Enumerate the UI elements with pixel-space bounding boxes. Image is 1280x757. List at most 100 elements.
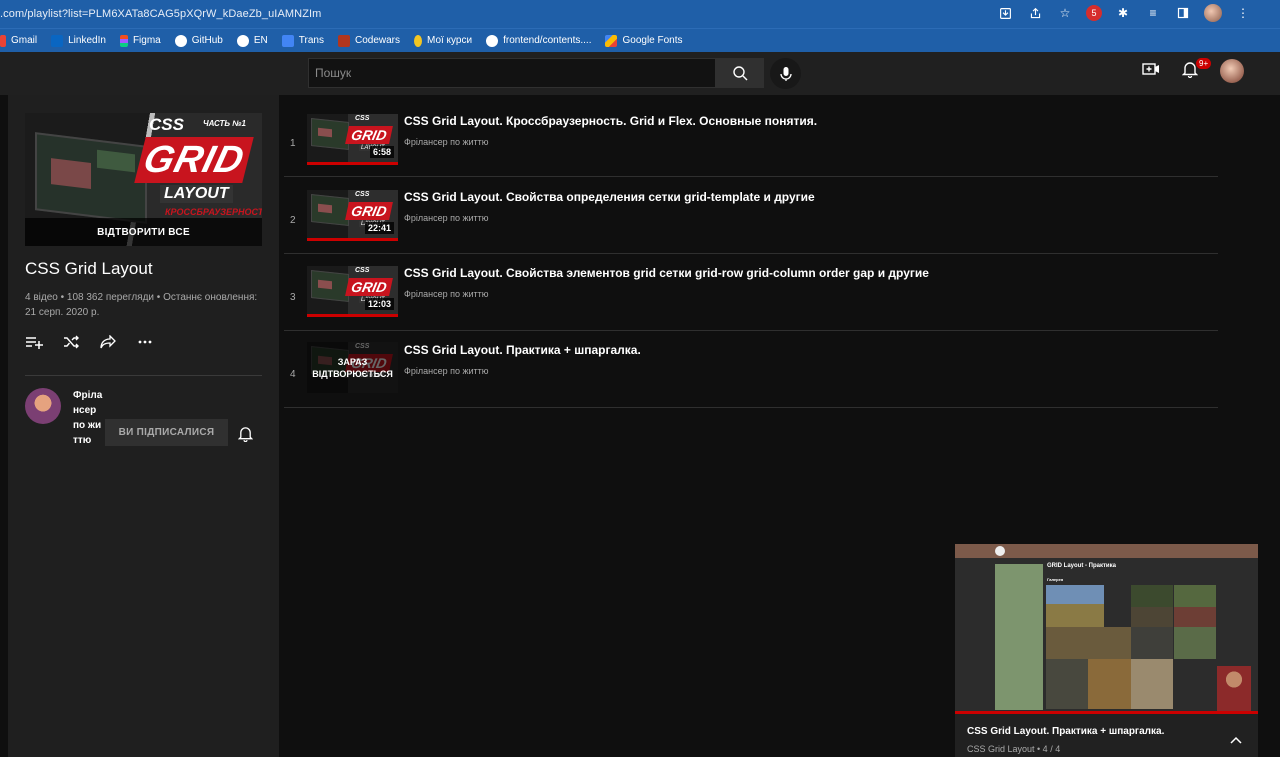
channel-notifications-button[interactable]	[237, 425, 254, 447]
bookmark-linkedin[interactable]: LinkedIn	[51, 34, 106, 47]
topbar-actions: 9+	[1142, 57, 1244, 83]
video-title[interactable]: CSS Grid Layout. Свойства элементов grid…	[404, 266, 929, 280]
gallery-photo	[1046, 659, 1088, 709]
miniplayer-progress-bar[interactable]	[955, 711, 1258, 714]
sidebar-divider	[25, 375, 262, 376]
playlist-video-item-current[interactable]: 4 CSSGRIDLAYOUT ЗАРАЗ ВІДТВОРЮЄТЬСЯ CSS …	[284, 331, 1218, 408]
bookmark-trans[interactable]: Trans	[281, 34, 324, 47]
voice-search-button[interactable]	[770, 58, 801, 89]
monitor-illustration	[35, 132, 147, 224]
search-box	[308, 58, 716, 88]
video-gallery-label: Галерея	[1047, 577, 1064, 582]
bell-icon	[237, 427, 254, 443]
bookmark-star-icon[interactable]: ☆	[1056, 4, 1074, 22]
miniplayer-subtitle: CSS Grid Layout • 4 / 4	[967, 744, 1061, 754]
gallery-photo	[1131, 607, 1173, 627]
video-channel[interactable]: Фрілансер по життю	[404, 137, 489, 147]
miniplayer[interactable]: GRID Layout - Практика Галерея CSS Grid …	[955, 544, 1258, 757]
extension-icon[interactable]: 5	[1086, 5, 1102, 21]
channel-avatar[interactable]	[25, 388, 61, 424]
browser-toolbar-icons: ☆ 5 ✱ ≡ ⋮	[996, 4, 1252, 22]
gallery-photo	[1131, 627, 1173, 659]
gallery-photo	[1046, 585, 1104, 627]
shuffle-button[interactable]	[62, 333, 80, 351]
video-channel[interactable]: Фрілансер по життю	[404, 289, 489, 299]
video-index: 2	[290, 215, 296, 226]
video-thumbnail[interactable]: CSSGRIDLAYOUT 22:41	[307, 190, 398, 241]
video-duration: 6:58	[369, 146, 394, 158]
install-app-icon[interactable]	[996, 4, 1014, 22]
playlist-actions	[25, 333, 154, 351]
video-duration: 22:41	[364, 222, 394, 234]
page-scrollbar[interactable]	[1272, 95, 1280, 757]
playlist-video-item[interactable]: 2 CSSGRIDLAYOUT 22:41 CSS Grid Layout. С…	[284, 177, 1218, 254]
bookmark-label: Gmail	[11, 35, 38, 46]
video-title[interactable]: CSS Grid Layout. Практика + шпаргалка.	[404, 343, 641, 357]
bookmark-label: GitHub	[191, 35, 223, 46]
media-control-icon[interactable]: ≡	[1144, 4, 1162, 22]
video-title[interactable]: CSS Grid Layout. Кроссбраузерность. Grid…	[404, 114, 817, 128]
shuffle-icon	[63, 335, 79, 349]
expand-queue-button[interactable]	[1230, 731, 1242, 749]
playlist-video-item[interactable]: 1 CSSGRIDLAYOUT 6:58 CSS Grid Layout. Кр…	[284, 100, 1218, 177]
video-thumbnail[interactable]: CSSGRIDLAYOUT 6:58	[307, 114, 398, 165]
side-panel-icon[interactable]	[1174, 4, 1192, 22]
watched-progress-bar	[307, 238, 398, 241]
notifications-button[interactable]: 9+	[1181, 57, 1212, 83]
bookmark-gmail[interactable]: Gmail	[0, 34, 38, 47]
video-thumbnail[interactable]: CSSGRIDLAYOUT ЗАРАЗ ВІДТВОРЮЄТЬСЯ	[307, 342, 398, 393]
presenter-webcam	[1217, 666, 1251, 711]
more-horizontal-icon	[138, 340, 152, 344]
bookmark-label: Мої курси	[427, 35, 473, 46]
account-avatar[interactable]	[1220, 59, 1244, 83]
bookmark-github[interactable]: GitHub	[174, 34, 223, 47]
video-thumbnail[interactable]: CSSGRIDLAYOUT 12:03	[307, 266, 398, 317]
share-playlist-button[interactable]	[99, 333, 117, 351]
bookmark-figma[interactable]: Figma	[119, 34, 161, 47]
gallery-photo	[1088, 659, 1131, 709]
playlist-video-item[interactable]: 3 CSSGRIDLAYOUT 12:03 CSS Grid Layout. С…	[284, 254, 1218, 331]
save-playlist-button[interactable]	[25, 333, 43, 351]
bookmark-label: EN	[253, 35, 268, 46]
create-video-button[interactable]	[1142, 62, 1160, 81]
gallery-photo	[1046, 627, 1131, 659]
bookmarks-bar: Gmail LinkedIn Figma GitHub EN Trans Cod…	[0, 28, 1280, 52]
share-icon[interactable]	[1026, 4, 1044, 22]
search-input[interactable]	[309, 59, 715, 87]
search-button[interactable]	[716, 58, 764, 88]
video-channel[interactable]: Фрілансер по життю	[404, 213, 489, 223]
playlist-thumbnail[interactable]: CSS ЧАСТЬ №1 GRID LAYOUT КРОССБРАУЗЕРНОС…	[25, 113, 262, 246]
channel-name[interactable]: Фрілансер по життю	[73, 388, 103, 448]
bookmark-frontend-contents[interactable]: frontend/contents....	[486, 34, 591, 47]
video-title[interactable]: CSS Grid Layout. Свойства определения се…	[404, 190, 815, 204]
microphone-icon	[779, 66, 792, 81]
monitor-illustration	[311, 194, 349, 226]
bookmark-codewars[interactable]: Codewars	[337, 34, 400, 47]
subscribed-button[interactable]: ВИ ПІДПИСАЛИСЯ	[105, 419, 228, 446]
codewars-icon	[337, 34, 350, 47]
google-fonts-icon	[605, 34, 618, 47]
miniplayer-video[interactable]: GRID Layout - Практика Галерея	[955, 544, 1258, 714]
gmail-icon	[0, 34, 6, 47]
video-duration: 12:03	[364, 298, 394, 310]
video-index: 3	[290, 292, 296, 303]
video-channel[interactable]: Фрілансер по життю	[404, 366, 489, 376]
extensions-puzzle-icon[interactable]: ✱	[1114, 4, 1132, 22]
miniplayer-title[interactable]: CSS Grid Layout. Практика + шпаргалка.	[967, 726, 1164, 737]
share-arrow-icon	[100, 335, 116, 349]
bookmark-en[interactable]: EN	[236, 34, 268, 47]
monitor-illustration	[311, 118, 349, 150]
thumb-css-text: CSS	[355, 267, 370, 274]
search-icon	[733, 66, 748, 81]
bookmark-my-courses[interactable]: Мої курси	[414, 34, 473, 47]
bookmark-google-fonts[interactable]: Google Fonts	[605, 34, 683, 47]
gallery-photo	[1174, 627, 1216, 659]
github-icon	[486, 34, 499, 47]
browser-menu-icon[interactable]: ⋮	[1234, 4, 1252, 22]
thumb-grid-text: GRID	[345, 126, 393, 144]
url-text[interactable]: .com/playlist?list=PLM6XATa8CAG5pXQrW_kD…	[0, 8, 321, 20]
play-all-button[interactable]: ВІДТВОРИТИ ВСЕ	[25, 218, 262, 246]
more-options-button[interactable]	[136, 333, 154, 351]
bookmark-label: LinkedIn	[68, 35, 106, 46]
browser-profile-avatar[interactable]	[1204, 4, 1222, 22]
